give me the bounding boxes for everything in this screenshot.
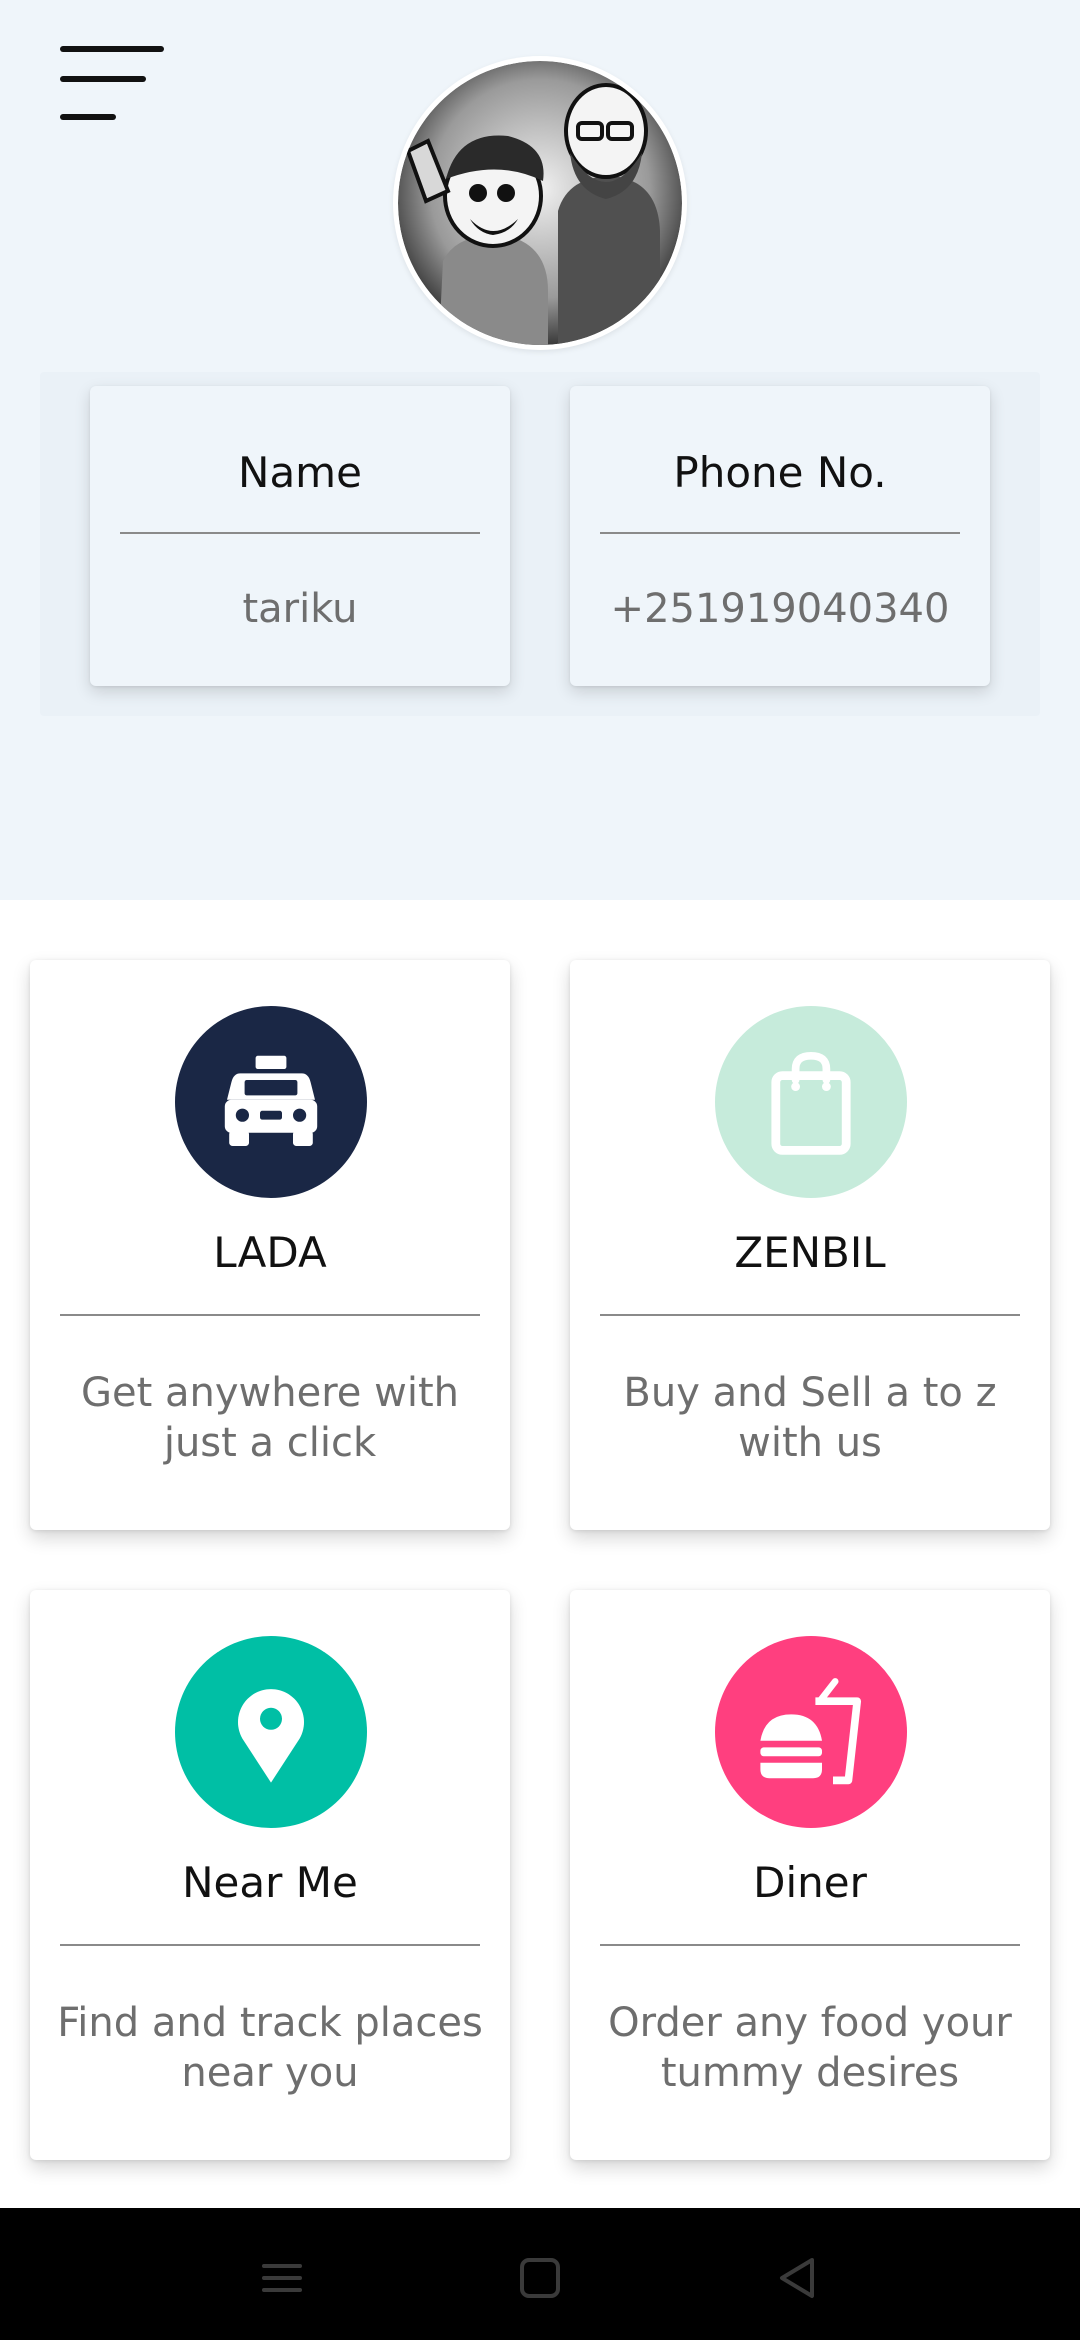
service-card-lada[interactable]: LADA Get anywhere with just a click: [30, 960, 510, 1530]
divider: [60, 1944, 480, 1946]
divider: [60, 1314, 480, 1316]
divider: [600, 1944, 1020, 1946]
divider: [120, 532, 480, 534]
divider: [600, 1314, 1020, 1316]
service-title: ZENBIL: [734, 1228, 886, 1277]
name-value: tariku: [242, 586, 358, 632]
service-title: Diner: [753, 1858, 867, 1907]
home-icon[interactable]: [510, 2248, 570, 2308]
avatar-image: [398, 61, 682, 345]
burger-drink-icon: [715, 1636, 907, 1828]
service-description: Get anywhere with just a click: [81, 1370, 459, 1466]
system-nav-bar: [0, 2208, 1080, 2340]
phone-value: +251919040340: [610, 586, 950, 632]
divider: [600, 532, 960, 534]
profile-header: Name tariku Phone No. +251919040340: [0, 0, 1080, 900]
service-card-diner[interactable]: Diner Order any food your tummy desires: [570, 1590, 1050, 2160]
service-card-zenbil[interactable]: ZENBIL Buy and Sell a to z with us: [570, 960, 1050, 1530]
name-label: Name: [238, 448, 362, 497]
location-pin-icon: [175, 1636, 367, 1828]
service-title: LADA: [213, 1228, 327, 1277]
shopping-bag-icon: [715, 1006, 907, 1198]
service-description: Order any food your tummy desires: [608, 2000, 1012, 2096]
phone-label: Phone No.: [673, 448, 887, 497]
back-icon[interactable]: [768, 2248, 828, 2308]
name-card: Name tariku: [90, 386, 510, 686]
phone-card: Phone No. +251919040340: [570, 386, 990, 686]
avatar[interactable]: [393, 56, 687, 350]
recent-apps-icon[interactable]: [252, 2248, 312, 2308]
taxi-icon: [175, 1006, 367, 1198]
menu-icon[interactable]: [52, 36, 172, 136]
service-card-near-me[interactable]: Near Me Find and track places near you: [30, 1590, 510, 2160]
service-description: Find and track places near you: [57, 2000, 483, 2096]
service-title: Near Me: [182, 1858, 358, 1907]
service-description: Buy and Sell a to z with us: [623, 1370, 997, 1466]
